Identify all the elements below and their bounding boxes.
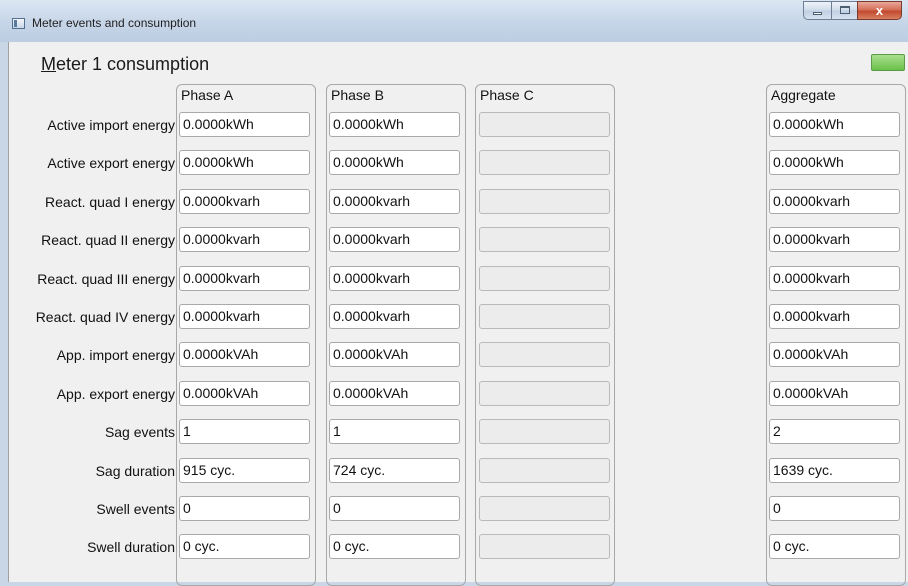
section-title-rest: eter 1 consumption (56, 54, 210, 74)
aggregate-value-field[interactable]: 0 cyc. (769, 534, 900, 559)
phase-b-value-field[interactable]: 0 cyc. (329, 534, 460, 559)
phase-b-value-field[interactable]: 0.0000kvarh (329, 227, 460, 252)
close-icon: x (875, 3, 884, 18)
phase-b-value-field[interactable]: 0.0000kVAh (329, 342, 460, 367)
phase-c-value-field[interactable] (479, 112, 610, 137)
aggregate-value-field[interactable]: 0.0000kvarh (769, 266, 900, 291)
phase-b-value-field[interactable]: 0.0000kvarh (329, 266, 460, 291)
row-label: App. export energy (56, 386, 175, 402)
phase-c-value-field[interactable] (479, 458, 610, 483)
aggregate-value-field[interactable]: 0.0000kWh (769, 150, 900, 175)
phase-c-value-field[interactable] (479, 496, 610, 521)
row-label: Swell duration (87, 539, 175, 555)
row-label: Active export energy (47, 155, 175, 171)
phase-a-value-field[interactable]: 0.0000kWh (179, 112, 310, 137)
phase-a-value-field[interactable]: 0 cyc. (179, 534, 310, 559)
phase-a-value-field[interactable]: 0.0000kWh (179, 150, 310, 175)
row-label: Swell events (96, 501, 175, 517)
phase-b-value-field[interactable]: 0.0000kvarh (329, 304, 460, 329)
row-label: Sag duration (95, 463, 175, 479)
aggregate-header: Aggregate (771, 87, 836, 103)
aggregate-value-field[interactable]: 0.0000kvarh (769, 189, 900, 214)
app-icon (12, 18, 25, 29)
aggregate-value-field[interactable]: 1639 cyc. (769, 458, 900, 483)
title-bar[interactable]: Meter events and consumption x (0, 0, 908, 42)
window-title: Meter events and consumption (32, 16, 197, 30)
mnemonic-letter: M (41, 54, 56, 74)
maximize-icon (840, 6, 850, 14)
phase-b-value-field[interactable]: 724 cyc. (329, 458, 460, 483)
phase-c-value-field[interactable] (479, 342, 610, 367)
window-controls: x (803, 1, 902, 20)
aggregate-value-field[interactable]: 0 (769, 496, 900, 521)
minimize-button[interactable] (803, 1, 831, 20)
phase-a-header: Phase A (181, 87, 234, 103)
content-panel: Meter 1 consumption Phase A Phase B Phas… (8, 42, 908, 586)
phase-c-value-field[interactable] (479, 534, 610, 559)
row-label: Active import energy (47, 117, 175, 133)
phase-b-header: Phase B (331, 87, 384, 103)
phase-c-value-field[interactable] (479, 419, 610, 444)
phase-a-value-field[interactable]: 0.0000kVAh (179, 381, 310, 406)
phase-c-header: Phase C (480, 87, 534, 103)
row-label: React. quad IV energy (35, 309, 175, 325)
phase-b-value-field[interactable]: 0.0000kVAh (329, 381, 460, 406)
aggregate-value-field[interactable]: 0.0000kVAh (769, 342, 900, 367)
phase-c-value-field[interactable] (479, 189, 610, 214)
close-button[interactable]: x (857, 1, 902, 20)
section-title: Meter 1 consumption (41, 54, 209, 75)
phase-c-value-field[interactable] (479, 266, 610, 291)
phase-c-value-field[interactable] (479, 227, 610, 252)
phase-c-value-field[interactable] (479, 381, 610, 406)
aggregate-value-field[interactable]: 0.0000kVAh (769, 381, 900, 406)
row-label: Sag events (104, 424, 175, 440)
phase-c-value-field[interactable] (479, 304, 610, 329)
phase-b-value-field[interactable]: 0.0000kWh (329, 150, 460, 175)
aggregate-value-field[interactable]: 0.0000kvarh (769, 227, 900, 252)
phase-a-value-field[interactable]: 1 (179, 419, 310, 444)
aggregate-value-field[interactable]: 0.0000kvarh (769, 304, 900, 329)
phase-b-value-field[interactable]: 1 (329, 419, 460, 444)
phase-a-value-field[interactable]: 915 cyc. (179, 458, 310, 483)
aggregate-value-field[interactable]: 0.0000kWh (769, 112, 900, 137)
phase-a-value-field[interactable]: 0.0000kvarh (179, 266, 310, 291)
phase-a-value-field[interactable]: 0.0000kVAh (179, 342, 310, 367)
phase-b-value-field[interactable]: 0 (329, 496, 460, 521)
phase-a-value-field[interactable]: 0.0000kvarh (179, 227, 310, 252)
row-label: React. quad I energy (45, 194, 175, 210)
phase-b-value-field[interactable]: 0.0000kvarh (329, 189, 460, 214)
minimize-icon (813, 12, 822, 15)
aggregate-value-field[interactable]: 2 (769, 419, 900, 444)
phase-a-value-field[interactable]: 0 (179, 496, 310, 521)
phase-b-value-field[interactable]: 0.0000kWh (329, 112, 460, 137)
row-label: App. import energy (56, 347, 175, 363)
maximize-button[interactable] (831, 1, 857, 20)
row-label: React. quad III energy (37, 271, 175, 287)
phase-a-value-field[interactable]: 0.0000kvarh (179, 304, 310, 329)
row-label: React. quad II energy (41, 232, 175, 248)
status-indicator (871, 54, 905, 71)
phase-a-value-field[interactable]: 0.0000kvarh (179, 189, 310, 214)
phase-c-value-field[interactable] (479, 150, 610, 175)
